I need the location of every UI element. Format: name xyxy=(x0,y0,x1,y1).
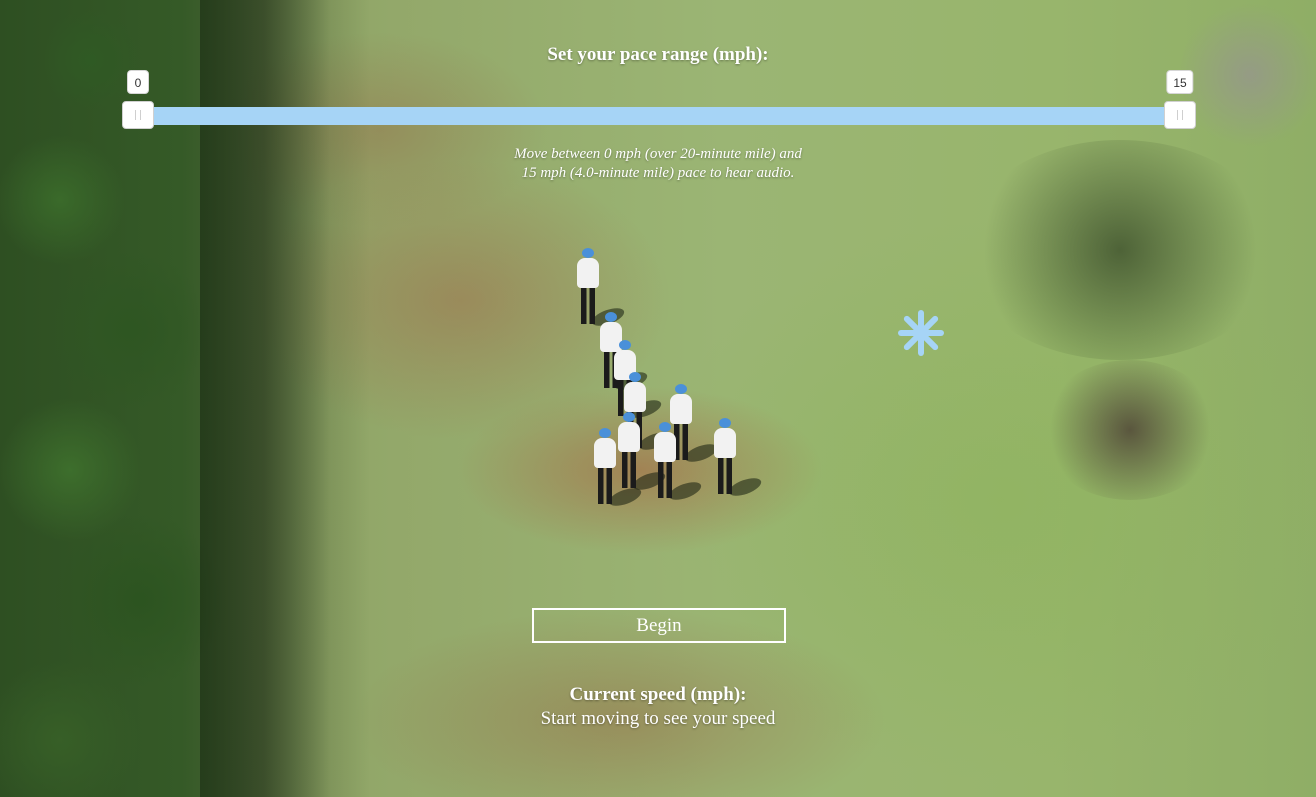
bush xyxy=(1180,0,1316,150)
slider-min-handle[interactable] xyxy=(122,101,154,129)
slider-max-handle[interactable] xyxy=(1164,101,1196,129)
slider-range-fill xyxy=(138,107,1180,125)
runner-figure xyxy=(616,412,668,494)
begin-button[interactable]: Begin xyxy=(532,608,786,643)
brush-pile xyxy=(1040,360,1220,500)
slider-min-tooltip: 0 xyxy=(127,70,149,94)
runner-figure xyxy=(652,422,704,504)
slider-max-tooltip: 15 xyxy=(1166,70,1194,94)
runner-figure xyxy=(712,418,764,500)
asterisk-icon xyxy=(898,308,944,358)
runner-figure xyxy=(592,428,644,510)
pace-hint-line: Move between 0 mph (over 20-minute mile)… xyxy=(514,146,802,162)
current-speed-value: Start moving to see your speed xyxy=(540,708,776,729)
current-speed-label: Current speed (mph): xyxy=(569,684,747,705)
pace-range-slider[interactable]: 0 15 xyxy=(122,70,1196,129)
grip-icon xyxy=(135,110,141,120)
grip-icon xyxy=(1177,110,1183,120)
pace-range-title: Set your pace range (mph): xyxy=(547,44,769,65)
pace-hint-line: 15 mph (4.0-minute mile) pace to hear au… xyxy=(521,165,795,181)
pace-hint: Move between 0 mph (over 20-minute mile)… xyxy=(0,145,1316,183)
